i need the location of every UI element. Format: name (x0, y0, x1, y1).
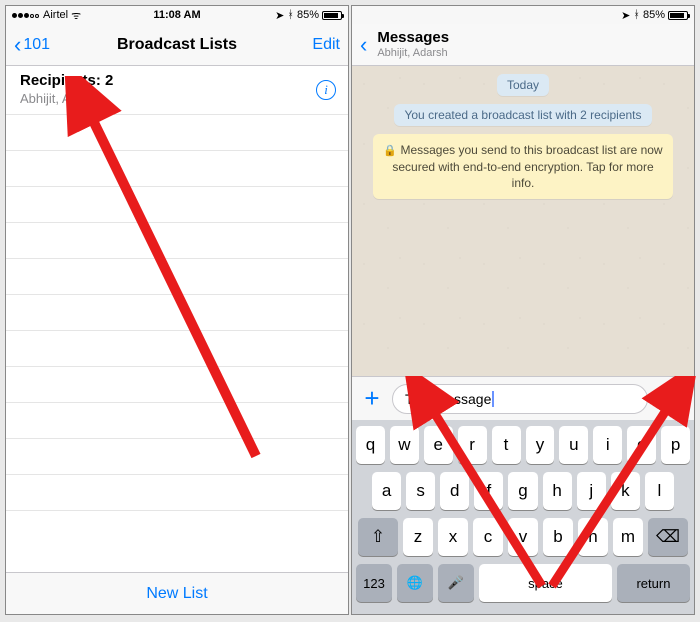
message-input-bar: + Test message (352, 376, 694, 420)
signal-dots-icon (12, 9, 40, 21)
list-item (6, 151, 348, 187)
recipients-names: Abhijit, Adarsh (20, 91, 336, 106)
battery-icon (322, 11, 342, 20)
bluetooth-icon: ᚼ (633, 9, 640, 21)
mic-key[interactable]: 🎤 (438, 564, 474, 602)
battery-icon (668, 11, 688, 20)
list-item (6, 403, 348, 439)
key-i[interactable]: i (593, 426, 622, 464)
message-input-text: Test message (405, 391, 491, 407)
key-e[interactable]: e (424, 426, 453, 464)
key-b[interactable]: b (543, 518, 573, 556)
broadcast-list: Recipients: 2 Abhijit, Adarsh i (6, 66, 348, 572)
keyboard-row: ⇧ zxcvbnm ⌫ (356, 518, 690, 556)
key-j[interactable]: j (577, 472, 606, 510)
date-pill: Today (497, 74, 549, 96)
chevron-left-icon: ‹ (14, 34, 21, 56)
battery-percent: 85% (297, 9, 319, 21)
back-button[interactable]: ‹101 (14, 34, 50, 56)
keyboard-row: asdfghjkl (356, 472, 690, 510)
key-h[interactable]: h (543, 472, 572, 510)
status-bar: ➤ ᚼ 85% (352, 6, 694, 24)
wifi-icon: ᯤ (71, 8, 81, 23)
key-r[interactable]: r (458, 426, 487, 464)
space-key[interactable]: space (479, 564, 612, 602)
key-g[interactable]: g (508, 472, 537, 510)
globe-key[interactable]: 🌐 (397, 564, 433, 602)
key-f[interactable]: f (474, 472, 503, 510)
chat-area[interactable]: Today You created a broadcast list with … (352, 66, 694, 376)
key-x[interactable]: x (438, 518, 468, 556)
key-p[interactable]: p (661, 426, 690, 464)
status-bar: Airtel ᯤ 11:08 AM ➤ ᚼ 85% (6, 6, 348, 24)
edit-button[interactable]: Edit (312, 36, 340, 54)
key-t[interactable]: t (492, 426, 521, 464)
key-z[interactable]: z (403, 518, 433, 556)
back-button[interactable]: ‹ (360, 34, 367, 56)
list-item (6, 223, 348, 259)
status-time: 11:08 AM (153, 9, 200, 21)
attach-button[interactable]: + (360, 383, 384, 414)
key-k[interactable]: k (611, 472, 640, 510)
key-q[interactable]: q (356, 426, 385, 464)
carrier-label: Airtel (43, 9, 68, 21)
key-u[interactable]: u (559, 426, 588, 464)
chat-title-main: Messages (377, 30, 449, 47)
battery-percent: 85% (643, 9, 665, 21)
send-icon (663, 391, 679, 407)
list-item (6, 331, 348, 367)
key-l[interactable]: l (645, 472, 674, 510)
list-item (6, 187, 348, 223)
info-icon[interactable]: i (316, 80, 336, 100)
keyboard: qwertyuiop asdfghjkl ⇧ zxcvbnm ⌫ 123 🌐 🎤… (352, 420, 694, 614)
list-item (6, 295, 348, 331)
key-d[interactable]: d (440, 472, 469, 510)
list-item (6, 259, 348, 295)
keyboard-row: 123 🌐 🎤 space return (356, 564, 690, 602)
list-item (6, 475, 348, 511)
encryption-notice[interactable]: 🔒 Messages you send to this broadcast li… (373, 134, 673, 199)
encryption-text: Messages you send to this broadcast list… (392, 143, 662, 190)
bluetooth-icon: ᚼ (287, 9, 294, 21)
send-button[interactable] (656, 384, 686, 414)
list-item (6, 367, 348, 403)
key-m[interactable]: m (613, 518, 643, 556)
chat-title-sub: Abhijit, Adarsh (377, 47, 449, 59)
numbers-key[interactable]: 123 (356, 564, 392, 602)
back-label: 101 (23, 36, 50, 54)
key-v[interactable]: v (508, 518, 538, 556)
key-y[interactable]: y (526, 426, 555, 464)
chevron-left-icon: ‹ (360, 34, 367, 56)
key-n[interactable]: n (578, 518, 608, 556)
shift-key[interactable]: ⇧ (358, 518, 398, 556)
key-o[interactable]: o (627, 426, 656, 464)
nav-bar: ‹ Messages Abhijit, Adarsh (352, 24, 694, 66)
system-message: You created a broadcast list with 2 reci… (394, 104, 651, 126)
backspace-key[interactable]: ⌫ (648, 518, 688, 556)
broadcast-lists-screen: Airtel ᯤ 11:08 AM ➤ ᚼ 85% ‹101 Broadcast… (5, 5, 349, 615)
new-list-button[interactable]: New List (6, 572, 348, 614)
location-icon: ➤ (275, 9, 284, 22)
nav-bar: ‹101 Broadcast Lists Edit (6, 24, 348, 66)
list-item (6, 439, 348, 475)
list-item (6, 115, 348, 151)
keyboard-row: qwertyuiop (356, 426, 690, 464)
message-input[interactable]: Test message (392, 384, 648, 414)
broadcast-list-item[interactable]: Recipients: 2 Abhijit, Adarsh i (6, 66, 348, 115)
chat-title[interactable]: Messages Abhijit, Adarsh (377, 30, 449, 59)
text-cursor (492, 391, 494, 407)
key-w[interactable]: w (390, 426, 419, 464)
return-key[interactable]: return (617, 564, 690, 602)
key-a[interactable]: a (372, 472, 401, 510)
page-title: Broadcast Lists (117, 36, 237, 54)
location-icon: ➤ (621, 9, 630, 22)
lock-icon: 🔒 (383, 145, 397, 157)
messages-screen: ➤ ᚼ 85% ‹ Messages Abhijit, Adarsh Today… (351, 5, 695, 615)
key-c[interactable]: c (473, 518, 503, 556)
key-s[interactable]: s (406, 472, 435, 510)
recipients-count: Recipients: 2 (20, 72, 336, 89)
